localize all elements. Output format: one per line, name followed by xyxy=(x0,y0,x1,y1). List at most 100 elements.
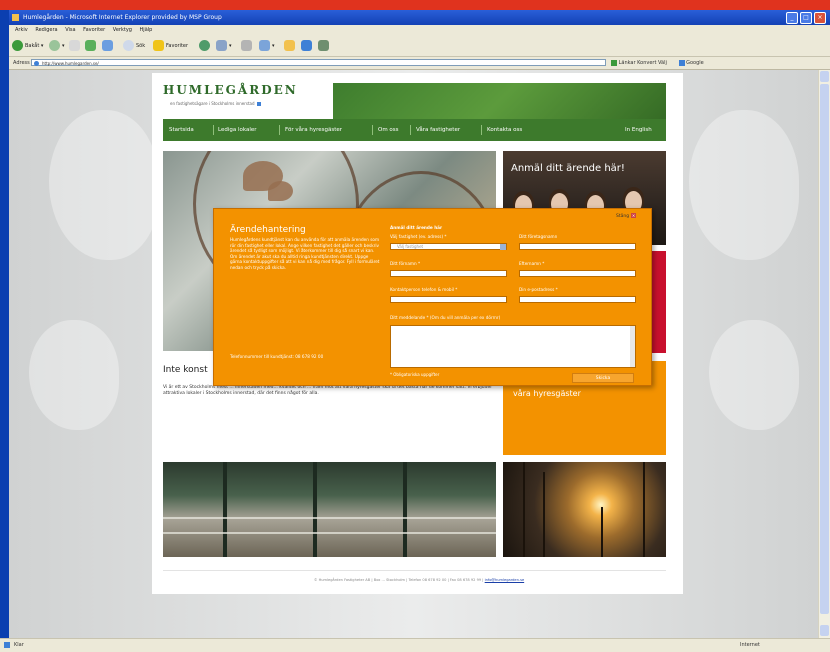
forward-button[interactable]: ▾ xyxy=(49,39,65,53)
internet-zone: Internet xyxy=(740,642,760,648)
firstname-input[interactable] xyxy=(390,270,507,277)
footer: © Humlegården Fastigheter AB | Box ... S… xyxy=(172,578,666,582)
promo-text: våra hyresgäster xyxy=(513,389,581,398)
search-button[interactable]: Sök xyxy=(123,39,145,53)
dialog-phone: Telefonnummer till kundtjänst: 08 678 92… xyxy=(230,354,324,359)
close-window-button[interactable]: × xyxy=(814,12,826,24)
lastname-label: Efternamn * xyxy=(519,261,545,266)
menu-edit[interactable]: Redigera xyxy=(35,27,57,33)
media-icon xyxy=(199,40,210,51)
google-toolbar[interactable]: Google xyxy=(686,60,704,66)
status-page-icon xyxy=(4,642,10,648)
site-logo[interactable]: HUMLEGÅRDEN xyxy=(163,83,298,97)
scroll-thumb[interactable] xyxy=(820,84,829,614)
background-leaf xyxy=(689,110,799,260)
edit-button[interactable]: ▾ xyxy=(259,39,275,53)
nav-lediga-lokaler[interactable]: Lediga lokaler xyxy=(218,119,257,141)
nav-startsida[interactable]: Startsida xyxy=(169,119,194,141)
dialog-title: Ärendehantering xyxy=(230,225,306,235)
photo-tree xyxy=(523,462,525,557)
phone-label: Kontaktperson telefon & mobil * xyxy=(390,287,458,292)
photo-rail xyxy=(163,532,496,534)
google-icon xyxy=(678,59,685,66)
property-select-value: Välj fastighet xyxy=(397,244,424,249)
lamp-post xyxy=(601,507,603,557)
message-label: Ditt meddelande * (Om du vill anmäla per… xyxy=(390,315,501,320)
lastname-input[interactable] xyxy=(519,270,636,277)
hero-flower xyxy=(268,181,293,201)
folder-button[interactable] xyxy=(284,39,297,53)
background-leaf xyxy=(709,320,799,430)
background-leaf xyxy=(29,320,119,430)
refresh-button[interactable] xyxy=(85,39,98,53)
menu-file[interactable]: Arkiv xyxy=(15,27,28,33)
vertical-scrollbar[interactable] xyxy=(818,70,830,638)
history-button[interactable]: ▾ xyxy=(216,39,232,53)
status-bar: Klar Internet xyxy=(0,638,830,652)
links-text[interactable]: Länkar Konvert Välj xyxy=(619,60,667,66)
email-label: Din e-postadress * xyxy=(519,287,558,292)
stop-button[interactable] xyxy=(69,39,82,53)
close-icon: × xyxy=(631,213,637,218)
history-icon xyxy=(216,40,227,51)
logo-area: HUMLEGÅRDEN en fastighetsägare i Stockho… xyxy=(152,73,333,119)
address-input[interactable]: http://www.humlegarden.se/ xyxy=(31,59,606,66)
footer-divider xyxy=(163,570,666,571)
photo-tree xyxy=(543,472,545,557)
favorites-button[interactable]: Favoriter xyxy=(153,39,188,53)
ie-icon xyxy=(12,14,19,21)
photo-post xyxy=(223,462,227,557)
photo-caption: Anmäl ditt ärende här! xyxy=(511,163,625,174)
phone-input[interactable] xyxy=(390,296,507,303)
header-image xyxy=(333,83,666,119)
submit-button[interactable]: Skicka xyxy=(572,373,634,383)
window-titlebar[interactable]: Humlegården - Microsoft Internet Explore… xyxy=(9,10,830,25)
edit-icon xyxy=(259,40,270,51)
nav-separator xyxy=(410,125,411,135)
menu-view[interactable]: Visa xyxy=(65,27,75,33)
scroll-up-arrow[interactable] xyxy=(820,71,829,82)
textarea-scrollbar[interactable] xyxy=(630,326,635,367)
scroll-down-arrow[interactable] xyxy=(820,625,829,636)
back-button[interactable]: Bakåt ▾ xyxy=(12,39,43,53)
content-heading: Inte konst xyxy=(163,365,208,375)
message-textarea[interactable] xyxy=(390,325,636,368)
nav-kontakta-oss[interactable]: Kontakta oss xyxy=(487,119,522,141)
minimize-button[interactable]: _ xyxy=(786,12,798,24)
company-input[interactable] xyxy=(519,243,636,250)
menu-tools[interactable]: Verktyg xyxy=(113,27,132,33)
firstname-label: Ditt förnamn * xyxy=(390,261,421,266)
nav-separator xyxy=(213,125,214,135)
required-note: * Obligatoriska uppgifter xyxy=(390,372,440,377)
home-button[interactable] xyxy=(102,39,115,53)
menu-favorites[interactable]: Favoriter xyxy=(83,27,105,33)
property-select[interactable]: Välj fastighet xyxy=(390,243,507,250)
media-button[interactable] xyxy=(199,39,212,53)
close-label: Stäng xyxy=(616,214,630,219)
maximize-button[interactable]: □ xyxy=(800,12,812,24)
browser-toolbar: Bakåt ▾ ▾ Sök Favoriter ▾ ▾ xyxy=(9,36,830,57)
case-dialog: Stäng × Ärendehantering Humlegårdens kund… xyxy=(213,208,652,386)
print-button[interactable] xyxy=(241,39,254,53)
menu-help[interactable]: Hjälp xyxy=(140,27,153,33)
nav-english[interactable]: In English xyxy=(625,119,652,141)
nav-hyresgaster[interactable]: För våra hyresgäster xyxy=(285,119,342,141)
go-icon[interactable] xyxy=(611,59,617,66)
photo-post xyxy=(403,462,407,557)
messenger-button[interactable] xyxy=(301,39,314,53)
photo-tree xyxy=(643,462,645,557)
dialog-close-button[interactable]: Stäng × xyxy=(616,213,637,219)
email-input[interactable] xyxy=(519,296,636,303)
chevron-down-icon xyxy=(500,244,506,250)
nav-fastigheter[interactable]: Våra fastigheter xyxy=(416,119,460,141)
tools-button[interactable] xyxy=(318,39,331,53)
nav-om-oss[interactable]: Om oss xyxy=(378,119,399,141)
photo-rail xyxy=(163,517,496,519)
footer-text: © Humlegården Fastigheter AB | Box ... S… xyxy=(313,578,484,582)
page-icon xyxy=(34,61,39,66)
status-text: Klar xyxy=(14,642,24,648)
footer-email-link[interactable]: info@humlegarden.se xyxy=(485,578,525,582)
nav-separator xyxy=(279,125,280,135)
star-icon xyxy=(153,40,164,51)
tagline-icon xyxy=(256,102,261,106)
